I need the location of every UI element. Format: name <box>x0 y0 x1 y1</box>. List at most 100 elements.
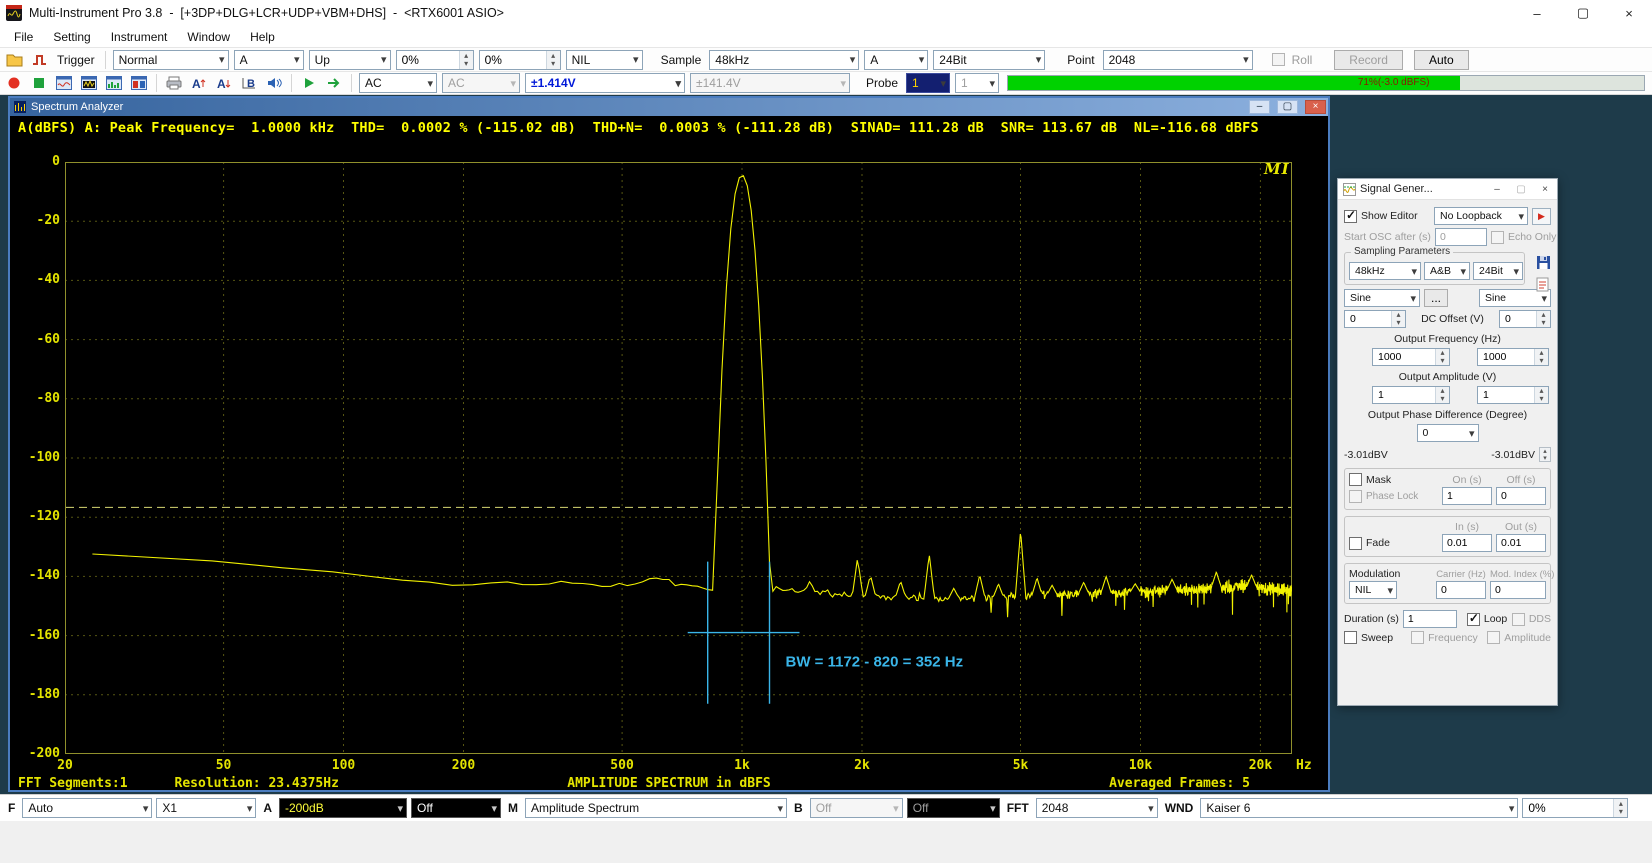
sample-channel-select[interactable]: A <box>864 50 928 70</box>
display-mode-select[interactable]: Amplitude Spectrum <box>525 798 787 818</box>
multimeter-window-icon[interactable] <box>104 73 124 93</box>
spin-buttons-icon[interactable] <box>1435 387 1449 403</box>
frequency-axis-select[interactable]: Auto <box>22 798 152 818</box>
more-waveforms-button[interactable]: ... <box>1424 289 1448 307</box>
phase-difference-select[interactable]: 0 <box>1417 424 1479 442</box>
start-osc-input[interactable]: 0 <box>1435 228 1487 246</box>
point-count-select[interactable]: 2048 <box>1103 50 1253 70</box>
record-icon[interactable] <box>4 73 24 93</box>
range-a-select[interactable]: ±1.414V <box>525 73 685 93</box>
sweep-checkbox[interactable]: Sweep <box>1344 631 1393 644</box>
trigger-edge-select[interactable]: Up <box>309 50 391 70</box>
decrease-font-icon[interactable]: A <box>214 73 234 93</box>
zoom-select[interactable]: X1 <box>156 798 256 818</box>
axis-label-icon[interactable]: B <box>239 73 259 93</box>
spectrum-analyzer-titlebar[interactable]: Spectrum Analyzer – ▢ × <box>10 98 1328 116</box>
speaker-icon[interactable] <box>264 73 284 93</box>
fft-size-select[interactable]: 2048 <box>1036 798 1158 818</box>
loop-checkbox[interactable]: Loop <box>1467 613 1507 626</box>
mod-index-input[interactable]: 0 <box>1490 581 1546 599</box>
stop-icon[interactable] <box>29 73 49 93</box>
output-amplitude-a-input[interactable]: 1 <box>1372 386 1450 404</box>
dc-offset-a-input[interactable]: 0 <box>1344 310 1406 328</box>
save-icon[interactable] <box>1533 252 1553 272</box>
offset-b-select[interactable]: Off <box>907 798 1000 818</box>
run-generator-button[interactable]: ▶ <box>1532 208 1551 225</box>
sweep-frequency-checkbox[interactable]: Frequency <box>1411 631 1478 644</box>
spectrum-window-icon[interactable] <box>79 73 99 93</box>
record-button[interactable]: Record <box>1334 50 1403 70</box>
menu-window[interactable]: Window <box>177 30 240 44</box>
range-b-display-select[interactable]: Off <box>810 798 903 818</box>
spin-buttons-icon[interactable] <box>1536 311 1550 327</box>
window-function-select[interactable]: Kaiser 6 <box>1200 798 1518 818</box>
show-editor-checkbox[interactable]: Show Editor <box>1344 210 1418 223</box>
overlap-spinner[interactable]: 0% <box>1522 798 1628 818</box>
spin-buttons-icon[interactable] <box>1613 799 1627 817</box>
dds-checkbox[interactable]: DDS <box>1512 613 1551 626</box>
output-frequency-b-input[interactable]: 1000 <box>1477 348 1549 366</box>
trigger-delay-spinner[interactable]: 0% <box>479 50 561 70</box>
duration-input[interactable]: 1 <box>1403 610 1457 628</box>
play-icon[interactable] <box>299 73 319 93</box>
fade-out-input[interactable]: 0.01 <box>1496 534 1546 552</box>
probe-b-select[interactable]: 1 <box>955 73 999 93</box>
maximize-icon[interactable]: ▢ <box>1511 182 1531 197</box>
coupling-a-select[interactable]: AC <box>359 73 437 93</box>
roll-checkbox[interactable]: Roll <box>1272 53 1316 67</box>
analyzer-window-icon[interactable] <box>129 73 149 93</box>
trigger-hpf-select[interactable]: NIL <box>566 50 643 70</box>
coupling-b-select[interactable]: AC <box>442 73 520 93</box>
signal-generator-titlebar[interactable]: Signal Gener... – ▢ × <box>1338 179 1557 200</box>
phase-lock-checkbox[interactable]: Phase Lock <box>1349 490 1438 503</box>
output-amplitude-b-input[interactable]: 1 <box>1477 386 1549 404</box>
fade-checkbox[interactable]: Fade <box>1349 537 1438 550</box>
oscilloscope-window-icon[interactable] <box>54 73 74 93</box>
spin-buttons-icon[interactable] <box>459 51 473 69</box>
trigger-source-select[interactable]: A <box>234 50 304 70</box>
mask-checkbox[interactable]: Mask <box>1349 473 1438 486</box>
menu-setting[interactable]: Setting <box>43 30 100 44</box>
sweep-amplitude-checkbox[interactable]: Amplitude <box>1487 631 1551 644</box>
range-b-select[interactable]: ±141.4V <box>690 73 850 93</box>
close-icon[interactable]: × <box>1305 100 1326 114</box>
minimize-icon[interactable]: – <box>1249 100 1270 114</box>
maximize-icon[interactable]: ▢ <box>1560 0 1606 26</box>
minimize-icon[interactable]: – <box>1514 0 1560 26</box>
range-a-display-select[interactable]: -200dB <box>279 798 407 818</box>
loopback-icon[interactable] <box>324 73 344 93</box>
mask-on-input[interactable]: 1 <box>1442 487 1492 505</box>
menu-instrument[interactable]: Instrument <box>101 30 178 44</box>
waveform-a-select[interactable]: Sine <box>1344 289 1420 307</box>
offset-a-select[interactable]: Off <box>411 798 501 818</box>
carrier-input[interactable]: 0 <box>1436 581 1486 599</box>
generator-bits-select[interactable]: 24Bit <box>1473 262 1523 280</box>
sample-bits-select[interactable]: 24Bit <box>933 50 1045 70</box>
modulation-type-select[interactable]: NIL <box>1349 581 1397 599</box>
fade-in-input[interactable]: 0.01 <box>1442 534 1492 552</box>
spectrum-plot[interactable]: BW = 1172 - 820 = 352 Hz <box>65 162 1292 754</box>
output-frequency-a-input[interactable]: 1000 <box>1372 348 1450 366</box>
loopback-select[interactable]: No Loopback <box>1434 207 1528 225</box>
close-icon[interactable]: × <box>1606 0 1652 26</box>
app-titlebar[interactable]: Multi-Instrument Pro 3.8 - [+3DP+DLG+LCR… <box>0 0 1652 26</box>
dc-offset-b-input[interactable]: 0 <box>1499 310 1551 328</box>
generator-channels-select[interactable]: A&B <box>1424 262 1470 280</box>
trigger-mode-select[interactable]: Normal <box>113 50 229 70</box>
spin-buttons-icon[interactable] <box>1391 311 1405 327</box>
echo-only-checkbox[interactable]: Echo Only <box>1491 231 1556 244</box>
edit-list-icon[interactable] <box>1533 274 1553 294</box>
increase-font-icon[interactable]: A <box>189 73 209 93</box>
generator-sample-rate-select[interactable]: 48kHz <box>1349 262 1421 280</box>
auto-button[interactable]: Auto <box>1414 50 1469 70</box>
trigger-level-spinner[interactable]: 0% <box>396 50 474 70</box>
spin-buttons-icon[interactable] <box>1435 349 1449 365</box>
mask-off-input[interactable]: 0 <box>1496 487 1546 505</box>
menu-file[interactable]: File <box>4 30 43 44</box>
spin-buttons-icon[interactable] <box>1534 387 1548 403</box>
fine-adjust-spinner[interactable] <box>1539 447 1551 462</box>
printer-icon[interactable] <box>164 73 184 93</box>
minimize-icon[interactable]: – <box>1487 182 1507 197</box>
spin-buttons-icon[interactable] <box>1534 349 1548 365</box>
maximize-icon[interactable]: ▢ <box>1277 100 1298 114</box>
